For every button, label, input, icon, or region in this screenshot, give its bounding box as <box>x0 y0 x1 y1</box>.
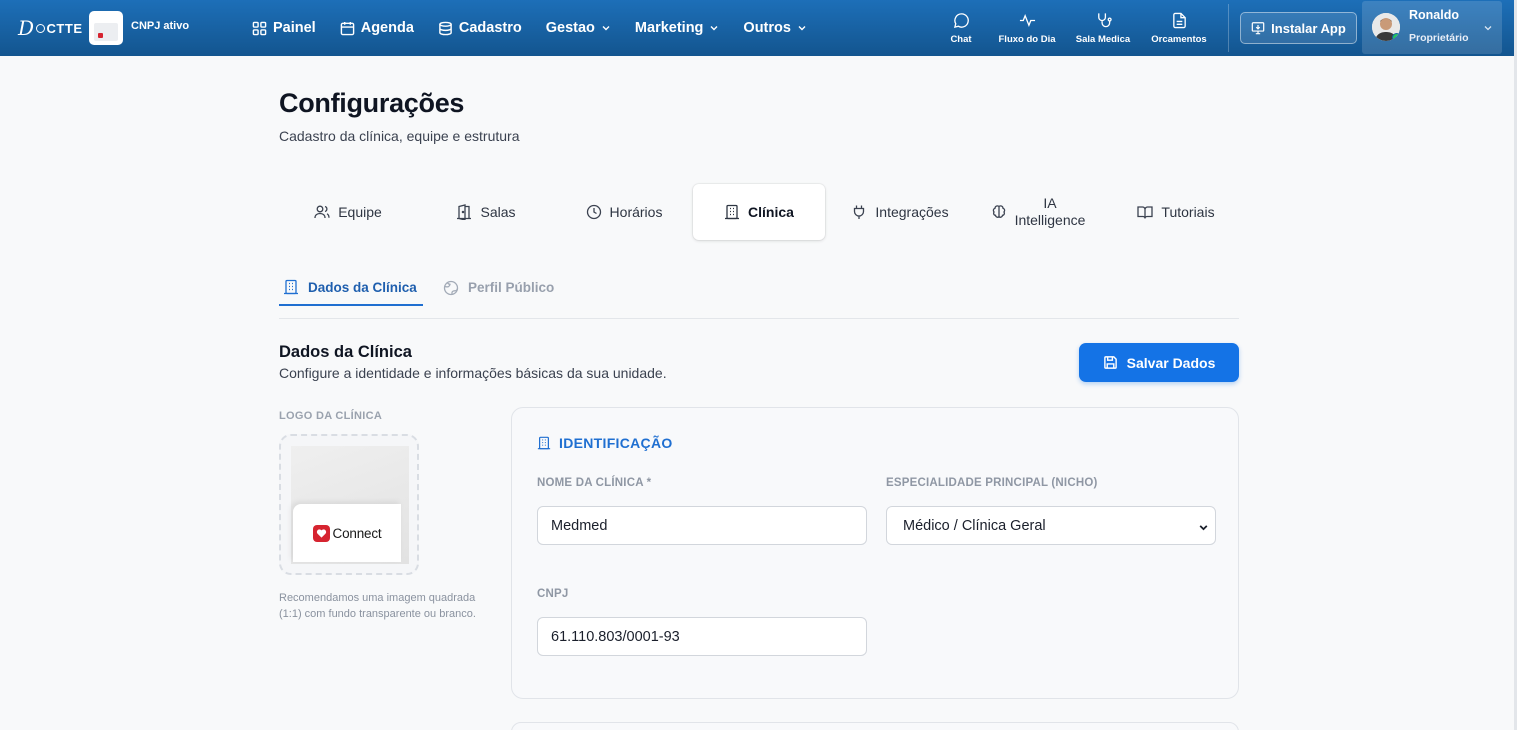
page-subtitle: Cadastro da clínica, equipe e estrutura <box>279 128 520 144</box>
cnpj-label: CNPJ <box>537 588 569 600</box>
identification-title: IDENTIFICAÇÃO <box>537 435 673 451</box>
plug-icon <box>854 205 865 219</box>
building-icon <box>284 279 298 295</box>
nav-gestao[interactable]: Gestao <box>546 20 611 36</box>
globe-icon <box>443 280 459 295</box>
tab-tutoriais[interactable]: Tutoriais <box>1107 184 1245 240</box>
nav-cadastro[interactable]: Cadastro <box>438 20 522 36</box>
cnpj-status-label: CNPJ ativo <box>131 20 190 32</box>
section-title: Dados da Clínica <box>279 343 412 361</box>
nav-outros[interactable]: Outros <box>743 20 807 36</box>
page-title: Configurações <box>279 88 465 118</box>
document-icon <box>1172 12 1186 28</box>
cnpj-input[interactable]: 61.110.803/0001-93 <box>537 617 867 656</box>
top-navbar: D CTTE CNPJ ativo Painel Agenda Cadastro … <box>0 0 1517 56</box>
chat-bubble-icon <box>953 12 969 28</box>
chevron-down-icon <box>602 26 610 31</box>
clock-icon <box>586 204 601 220</box>
chevron-down-icon <box>1199 525 1208 531</box>
calendar-icon <box>340 21 355 35</box>
avatar <box>1372 13 1400 41</box>
quick-link-sala-medica[interactable]: Sala Medica <box>1072 0 1134 56</box>
section-description: Configure a identidade e informações bás… <box>279 365 667 381</box>
tab-ia-intelligence[interactable]: IA Intelligence <box>969 184 1107 240</box>
subtab-dados-da-clinica[interactable]: Dados da Clínica <box>279 270 423 306</box>
quick-link-fluxo-do-dia[interactable]: Fluxo do Dia <box>996 0 1058 56</box>
logo-hint: Recomendamos uma imagem quadrada (1:1) c… <box>279 592 476 620</box>
settings-tabs: Equipe Salas Horários Clínica Integraçõe… <box>279 184 1239 241</box>
heart-icon <box>312 524 330 542</box>
chevron-down-icon <box>710 26 718 31</box>
app-logo[interactable]: D CTTE <box>18 14 83 42</box>
tab-integracoes[interactable]: Integrações <box>831 184 969 240</box>
building-icon <box>537 436 551 450</box>
quick-links: Chat Fluxo do Dia Sala Medica Orcamentos <box>940 0 1224 56</box>
database-icon <box>439 21 452 35</box>
clinic-thumbnail[interactable] <box>89 11 123 45</box>
next-card <box>511 722 1239 730</box>
activity-icon <box>1019 13 1035 27</box>
subtab-perfil-publico[interactable]: Perfil Público <box>443 270 554 305</box>
install-app-button[interactable]: Instalar App <box>1240 12 1357 44</box>
quick-link-chat[interactable]: Chat <box>940 0 982 56</box>
clinic-sub-tabs: Dados da Clínica Perfil Público <box>279 270 1239 319</box>
logo-upload-dropzone[interactable]: Connect <box>279 434 419 575</box>
tab-equipe[interactable]: Equipe <box>279 184 417 240</box>
tab-clinica[interactable]: Clínica <box>693 184 825 240</box>
quick-link-orcamentos[interactable]: Orcamentos <box>1148 0 1210 56</box>
grid-icon <box>252 21 267 35</box>
brain-icon <box>992 205 1005 218</box>
navbar-divider <box>1228 4 1229 52</box>
save-icon <box>1103 356 1117 369</box>
nav-marketing[interactable]: Marketing <box>635 20 720 36</box>
door-icon <box>457 204 472 220</box>
building-icon <box>725 204 740 220</box>
logo-brand-card: Connect <box>293 504 401 562</box>
users-icon <box>314 205 330 219</box>
nav-painel[interactable]: Painel <box>252 20 316 36</box>
specialty-select[interactable]: Médico / Clínica Geral <box>886 506 1216 545</box>
stethoscope-icon <box>1097 12 1112 27</box>
nav-agenda[interactable]: Agenda <box>340 20 414 36</box>
save-button[interactable]: Salvar Dados <box>1079 343 1239 382</box>
tab-salas[interactable]: Salas <box>417 184 555 240</box>
online-status-dot <box>1392 33 1400 41</box>
identification-card: IDENTIFICAÇÃO NOME DA CLÍNICA * Medmed E… <box>511 407 1239 699</box>
book-icon <box>1137 206 1154 219</box>
monitor-download-icon <box>1251 22 1265 35</box>
tab-horarios[interactable]: Horários <box>555 184 693 240</box>
chevron-down-icon <box>798 26 806 31</box>
main-nav: Painel Agenda Cadastro Gestao Marketing … <box>252 0 831 56</box>
user-menu[interactable]: Ronaldo Proprietário <box>1362 1 1502 54</box>
clinic-name-label: NOME DA CLÍNICA * <box>537 477 652 489</box>
specialty-label: ESPECIALIDADE PRINCIPAL (NICHO) <box>886 477 1098 489</box>
chevron-down-icon <box>1484 26 1492 31</box>
user-role: Proprietário <box>1409 32 1469 44</box>
heart-icon <box>35 23 45 33</box>
clinic-name-input[interactable]: Medmed <box>537 506 867 545</box>
logo-label: LOGO DA CLÍNICA <box>279 410 383 422</box>
user-name: Ronaldo <box>1409 8 1459 22</box>
